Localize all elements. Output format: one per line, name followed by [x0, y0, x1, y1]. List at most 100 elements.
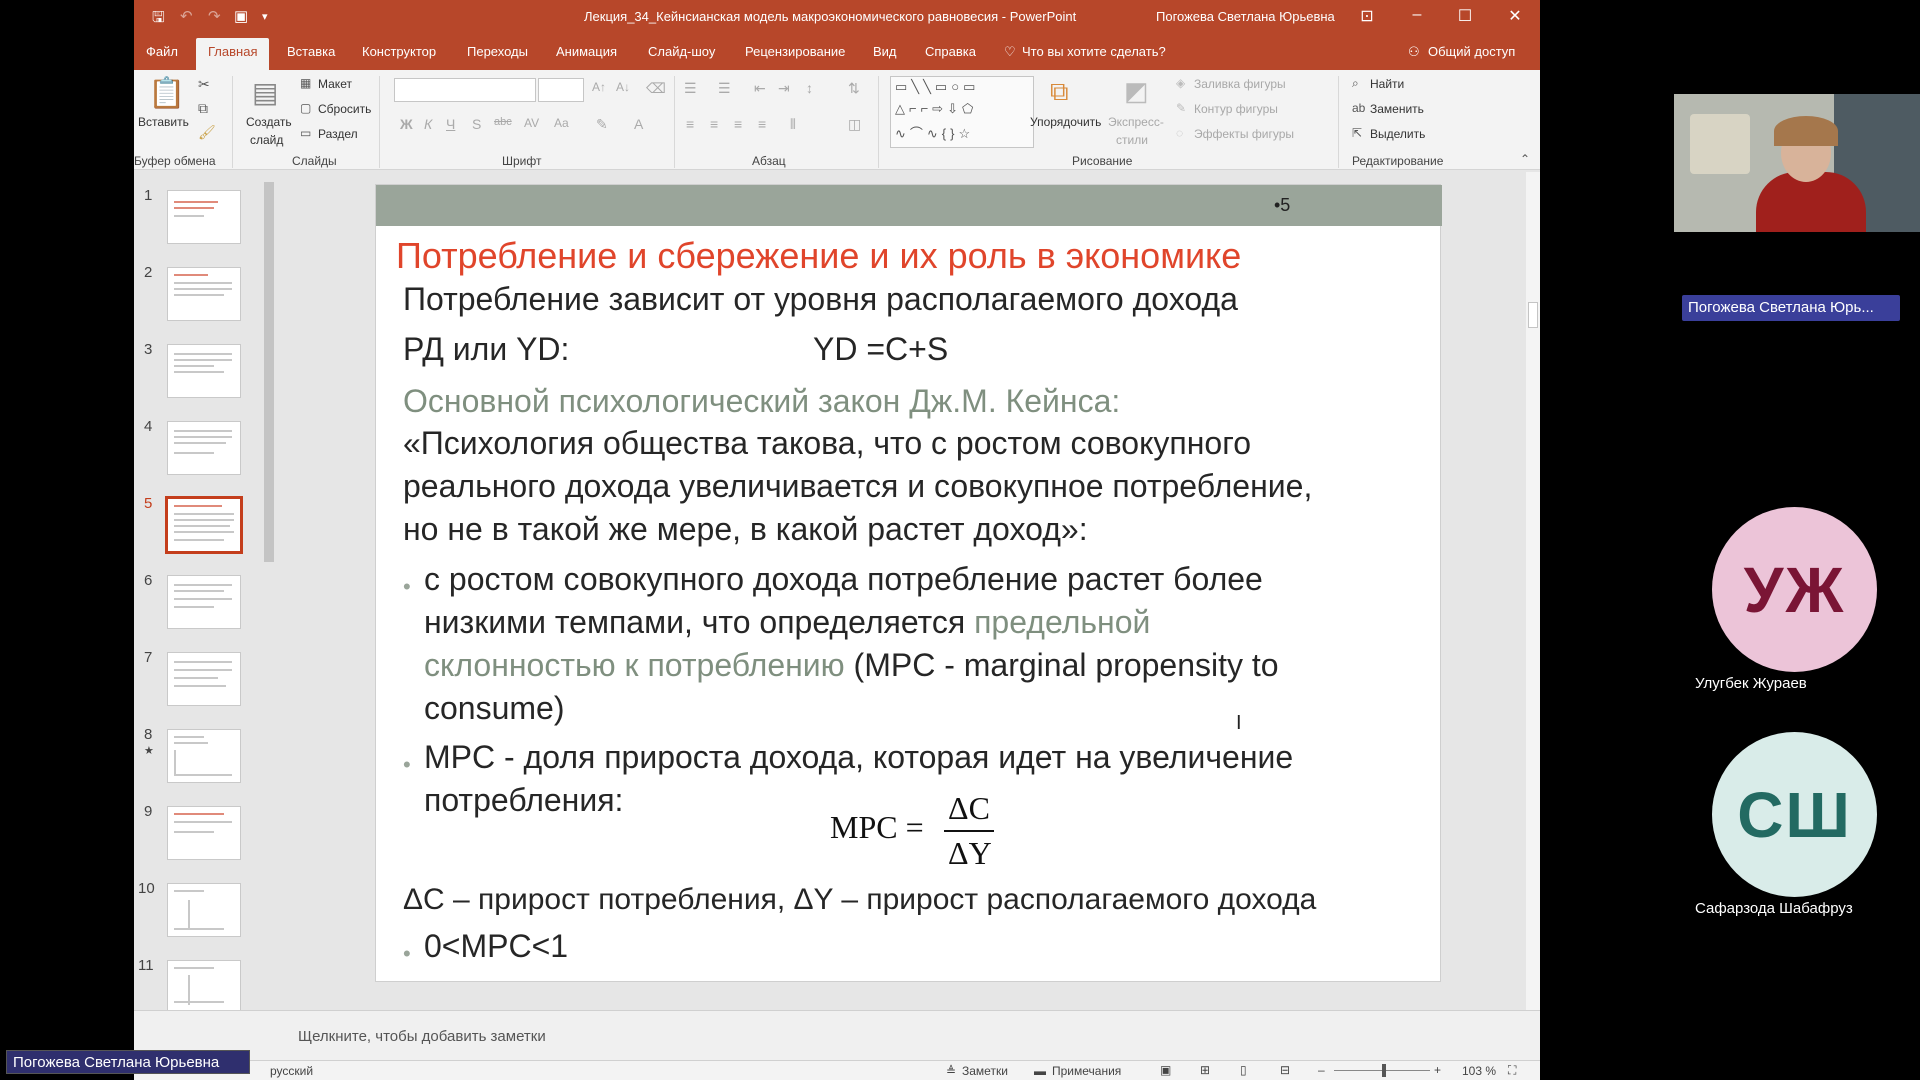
tab-animations[interactable]: Анимация — [556, 44, 617, 59]
customize-qat-icon[interactable]: ▾ — [262, 10, 268, 23]
tab-slideshow[interactable]: Слайд-шоу — [648, 44, 715, 59]
text-direction-icon[interactable]: ⇅ — [848, 80, 860, 97]
bullet-text[interactable]: склонностью к потреблению (MPC - margina… — [424, 647, 1279, 684]
font-color-icon[interactable]: A — [634, 116, 643, 132]
formula-lhs[interactable]: MPC = — [830, 809, 924, 846]
thumbnails-scrollbar[interactable] — [262, 172, 276, 1060]
select-button[interactable]: Выделить — [1370, 127, 1425, 141]
start-slideshow-icon[interactable]: ▣ — [234, 7, 248, 25]
paste-icon[interactable]: 📋 — [148, 76, 185, 111]
copy-icon[interactable]: ⧉ — [198, 100, 208, 117]
avatar[interactable]: УЖ — [1712, 507, 1877, 672]
shapes-row3-icon[interactable]: ∿⌒∿{}☆ — [895, 123, 974, 142]
new-slide-icon[interactable]: ▤ — [252, 76, 278, 109]
paste-button[interactable]: Вставить — [138, 115, 189, 129]
decrease-indent-icon[interactable]: ⇤ — [754, 80, 766, 97]
normal-view-icon[interactable]: ▣ — [1160, 1063, 1171, 1077]
minimize-icon[interactable]: – — [1402, 6, 1432, 24]
layout-button[interactable]: Макет — [318, 77, 352, 91]
text-line[interactable]: РД или YD: — [403, 331, 569, 368]
slide-title[interactable]: Потребление и сбережение и их роль в эко… — [396, 235, 1241, 277]
reset-button[interactable]: Сбросить — [318, 102, 371, 116]
formula-yd[interactable]: YD =C+S — [813, 331, 948, 368]
tab-design[interactable]: Конструктор — [362, 44, 436, 59]
reading-view-icon[interactable]: ▯ — [1240, 1063, 1247, 1077]
undo-icon[interactable]: ↶ — [180, 7, 193, 25]
quote-line[interactable]: «Психология общества такова, что с росто… — [403, 425, 1251, 462]
collapse-ribbon-icon[interactable]: ⌃ — [1520, 152, 1530, 166]
slide-thumbnail-7[interactable] — [167, 652, 241, 706]
tab-review[interactable]: Рецензирование — [745, 44, 845, 59]
slide-canvas[interactable]: •5 Потребление и сбережение и их роль в … — [375, 184, 1442, 982]
highlight-icon[interactable]: ✎ — [596, 116, 608, 133]
presenter-video[interactable] — [1674, 94, 1920, 232]
shrink-font-icon[interactable]: A↓ — [616, 80, 630, 94]
slideshow-view-icon[interactable]: ⊟ — [1280, 1063, 1290, 1077]
delta-definition[interactable]: ΔC – прирост потребления, ΔY – прирост р… — [403, 883, 1316, 917]
shapes-row2-icon[interactable]: △⌐⌐⇨⇩⬠ — [895, 101, 977, 117]
shape-effects-button[interactable]: Эффекты фигуры — [1194, 127, 1294, 141]
numbering-icon[interactable]: ☰ — [718, 80, 731, 97]
scroll-thumb[interactable] — [264, 182, 274, 562]
zoom-slider-thumb[interactable] — [1382, 1064, 1386, 1077]
tab-transitions[interactable]: Переходы — [467, 44, 528, 59]
new-slide-label-2[interactable]: слайд — [250, 133, 283, 147]
bullets-icon[interactable]: ☰ — [684, 80, 697, 97]
shape-outline-button[interactable]: Контур фигуры — [1194, 102, 1278, 116]
bullet-text[interactable]: с ростом совокупного дохода потребление … — [424, 561, 1263, 598]
italic-icon[interactable]: К — [424, 116, 432, 132]
shadow-icon[interactable]: S — [472, 116, 481, 132]
ribbon-display-icon[interactable]: ⊡ — [1352, 6, 1382, 26]
language-indicator[interactable]: русский — [270, 1064, 313, 1078]
format-painter-icon[interactable]: 🖌 — [198, 124, 216, 141]
columns-icon[interactable]: ⫴ — [790, 116, 796, 133]
zoom-in-icon[interactable]: + — [1434, 1063, 1441, 1077]
new-slide-label-1[interactable]: Создать — [246, 115, 292, 129]
slide-thumbnail-8[interactable] — [167, 729, 241, 783]
quick-styles-icon[interactable]: ◩ — [1124, 76, 1149, 107]
grow-font-icon[interactable]: A↑ — [592, 80, 606, 94]
slide-thumbnail-4[interactable] — [167, 421, 241, 475]
justify-icon[interactable]: ≡ — [758, 116, 766, 132]
bullet-text[interactable]: consume) — [424, 690, 565, 727]
slide-thumbnail-6[interactable] — [167, 575, 241, 629]
formula-numerator[interactable]: ΔC — [948, 790, 990, 827]
slide-thumbnail-10[interactable] — [167, 883, 241, 937]
zoom-out-icon[interactable]: – — [1318, 1063, 1325, 1077]
slide-scrollbar[interactable] — [1526, 172, 1540, 1010]
save-icon[interactable]: 🖫 — [152, 7, 165, 32]
clear-format-icon[interactable]: ⌫ — [646, 80, 666, 97]
bullet-text[interactable]: 0<MPC<1 — [424, 928, 568, 965]
zoom-level[interactable]: 103 % — [1462, 1064, 1496, 1078]
arrange-button[interactable]: Упорядочить — [1030, 115, 1101, 129]
align-center-icon[interactable]: ≡ — [710, 116, 718, 132]
bullet-text[interactable]: низкими темпами, что определяется предел… — [424, 604, 1150, 641]
slide-thumbnail-9[interactable] — [167, 806, 241, 860]
increase-indent-icon[interactable]: ⇥ — [778, 80, 790, 97]
comments-button[interactable]: Примечания — [1052, 1064, 1121, 1078]
shapes-row1-icon[interactable]: ▭╲╲▭○▭ — [895, 79, 979, 95]
maximize-icon[interactable]: ☐ — [1450, 6, 1480, 26]
quick-styles-label-2[interactable]: стили — [1116, 133, 1148, 147]
scroll-thumb[interactable] — [1528, 302, 1538, 328]
slide-thumbnail-5[interactable] — [165, 496, 243, 554]
formula-denominator[interactable]: ΔY — [948, 835, 992, 872]
align-left-icon[interactable]: ≡ — [686, 116, 694, 132]
tab-insert[interactable]: Вставка — [287, 44, 335, 59]
smartart-icon[interactable]: ◫ — [848, 116, 861, 133]
avatar[interactable]: СШ — [1712, 732, 1877, 897]
tab-home[interactable]: Главная — [196, 38, 270, 70]
redo-icon[interactable]: ↷ — [208, 7, 221, 25]
bold-icon[interactable]: Ж — [400, 116, 413, 132]
quote-line[interactable]: но не в такой же мере, в какой растет до… — [403, 511, 1088, 548]
keynes-law-heading[interactable]: Основной психологический закон Дж.М. Кей… — [403, 383, 1120, 420]
strikethrough-icon[interactable]: abc — [494, 116, 512, 128]
notes-button[interactable]: Заметки — [962, 1064, 1008, 1078]
slide-thumbnail-11[interactable] — [167, 960, 241, 1014]
align-right-icon[interactable]: ≡ — [734, 116, 742, 132]
section-button[interactable]: Раздел — [318, 127, 358, 141]
fit-to-window-icon[interactable]: ⛶ — [1508, 1063, 1516, 1078]
quick-styles-label-1[interactable]: Экспресс- — [1108, 115, 1164, 129]
tab-view[interactable]: Вид — [873, 44, 897, 59]
slide-sorter-icon[interactable]: ⊞ — [1200, 1063, 1210, 1077]
